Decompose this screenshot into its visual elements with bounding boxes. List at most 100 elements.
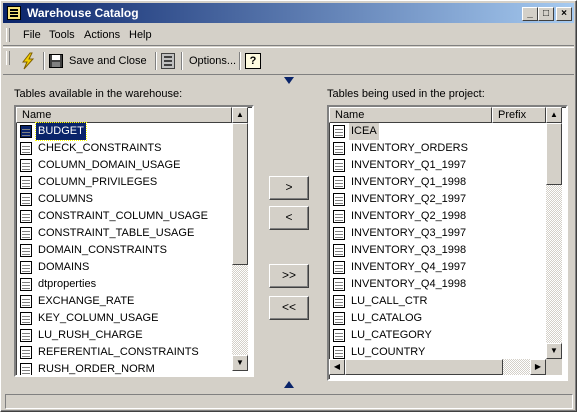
warehouse-catalog-window: Warehouse Catalog _ □ × File Tools Actio…	[0, 0, 577, 412]
options-button[interactable]: Options...	[189, 52, 236, 70]
minimize-button[interactable]: _	[522, 7, 538, 21]
table-row[interactable]: COLUMN_PRIVILEGES	[16, 174, 232, 191]
remove-table-button[interactable]: <	[269, 206, 309, 230]
table-icon	[20, 193, 32, 206]
options-icon[interactable]	[161, 52, 177, 70]
table-icon	[333, 278, 345, 291]
project-tables-label: Tables being used in the project:	[327, 88, 485, 100]
status-bar	[5, 394, 573, 409]
menu-actions[interactable]: Actions	[84, 29, 120, 41]
table-name: INVENTORY_Q4_1998	[351, 278, 467, 290]
table-name: DOMAINS	[38, 261, 90, 273]
table-name: ICEA	[349, 123, 379, 140]
table-row[interactable]: KEY_COLUMN_USAGE	[16, 310, 232, 327]
table-row[interactable]: INVENTORY_Q4_1998	[329, 276, 546, 293]
project-tables-scrollbar[interactable]: ▲ ▼	[546, 107, 562, 359]
table-row[interactable]: COLUMN_DOMAIN_USAGE	[16, 157, 232, 174]
table-row[interactable]: COLUMNS	[16, 191, 232, 208]
table-row[interactable]: ICEA	[329, 123, 546, 140]
hscroll-thumb[interactable]	[345, 359, 503, 375]
scroll-right-button[interactable]: ▶	[530, 359, 546, 375]
toolbar-separator	[43, 52, 45, 70]
toolbar-separator	[239, 52, 241, 70]
table-row[interactable]: REFERENTIAL_CONSTRAINTS	[16, 344, 232, 361]
floppy-disk-icon	[49, 54, 63, 74]
table-row[interactable]: DOMAINS	[16, 259, 232, 276]
table-icon	[20, 295, 32, 308]
table-icon	[20, 210, 32, 223]
splitter-arrow-down-icon[interactable]	[284, 77, 294, 84]
add-table-button[interactable]: >	[269, 176, 309, 200]
table-name: LU_CATEGORY	[351, 329, 432, 341]
table-row[interactable]: INVENTORY_Q2_1997	[329, 191, 546, 208]
project-prefix-column-header[interactable]: Prefix	[492, 107, 546, 123]
available-tables-list[interactable]: Name BUDGET CHECK_CONSTRAINTS COLUMN_DOMAI…	[14, 105, 254, 377]
available-tables-rows: BUDGET CHECK_CONSTRAINTS COLUMN_DOMAIN_USA…	[16, 122, 232, 375]
save-and-close-label: Save and Close	[69, 55, 147, 67]
table-row[interactable]: LU_CATEGORY	[329, 327, 546, 344]
menu-help[interactable]: Help	[129, 29, 152, 41]
maximize-button[interactable]: □	[538, 7, 554, 21]
table-row[interactable]: CONSTRAINT_COLUMN_USAGE	[16, 208, 232, 225]
table-row[interactable]: INVENTORY_Q1_1997	[329, 157, 546, 174]
scroll-up-button[interactable]: ▲	[232, 107, 248, 123]
table-row[interactable]: LU_CATALOG	[329, 310, 546, 327]
table-icon	[20, 278, 32, 291]
lightning-icon[interactable]	[19, 52, 39, 70]
project-tables-hscrollbar[interactable]: ◀ ▶	[329, 359, 546, 375]
available-name-column-header[interactable]: Name	[16, 107, 232, 123]
table-row[interactable]: CHECK_CONSTRAINTS	[16, 140, 232, 157]
help-icon[interactable]: ?	[245, 53, 261, 69]
scroll-down-button[interactable]: ▼	[546, 343, 562, 359]
table-row[interactable]: INVENTORY_ORDERS	[329, 140, 546, 157]
table-row[interactable]: LU_RUSH_CHARGE	[16, 327, 232, 344]
menu-tools[interactable]: Tools	[49, 29, 75, 41]
project-tables-list[interactable]: Name Prefix ICEA INVENTORY_ORDERS INVENTOR…	[327, 105, 568, 381]
close-button[interactable]: ×	[556, 7, 572, 21]
table-icon	[333, 346, 345, 359]
table-row[interactable]: LU_CALL_CTR	[329, 293, 546, 310]
table-row[interactable]: DOMAIN_CONSTRAINTS	[16, 242, 232, 259]
toolbar-separator	[155, 52, 157, 70]
table-row[interactable]: dtproperties	[16, 276, 232, 293]
table-row[interactable]: INVENTORY_Q1_1998	[329, 174, 546, 191]
table-row[interactable]: INVENTORY_Q2_1998	[329, 208, 546, 225]
table-icon	[333, 312, 345, 325]
table-icon	[20, 312, 32, 325]
table-icon	[20, 244, 32, 257]
scroll-thumb[interactable]	[546, 123, 562, 185]
table-row[interactable]: BUDGET	[16, 122, 232, 141]
table-icon	[333, 142, 345, 155]
add-all-tables-button[interactable]: >>	[269, 264, 309, 288]
project-name-column-header[interactable]: Name	[329, 107, 492, 123]
table-name: LU_CALL_CTR	[351, 295, 428, 307]
table-row[interactable]: EXCHANGE_RATE	[16, 293, 232, 310]
table-row[interactable]: INVENTORY_Q3_1997	[329, 225, 546, 242]
table-icon	[333, 261, 345, 274]
table-row[interactable]: CONSTRAINT_TABLE_USAGE	[16, 225, 232, 242]
remove-all-tables-button[interactable]: <<	[269, 296, 309, 320]
table-name: INVENTORY_Q1_1998	[351, 176, 467, 188]
table-row[interactable]: INVENTORY_Q3_1998	[329, 242, 546, 259]
scroll-left-button[interactable]: ◀	[329, 359, 345, 375]
table-name: COLUMN_DOMAIN_USAGE	[38, 159, 181, 171]
table-name: INVENTORY_Q1_1997	[351, 159, 467, 171]
table-row[interactable]: INVENTORY_Q4_1997	[329, 259, 546, 276]
project-tables-rows: ICEA INVENTORY_ORDERS INVENTORY_Q1_1997 INV…	[329, 123, 546, 361]
scroll-down-button[interactable]: ▼	[232, 355, 248, 371]
title-bar[interactable]: Warehouse Catalog _ □ ×	[3, 3, 574, 23]
table-name: DOMAIN_CONSTRAINTS	[38, 244, 167, 256]
table-icon	[20, 227, 32, 240]
table-name: INVENTORY_Q3_1998	[351, 244, 467, 256]
menu-grip[interactable]	[6, 28, 10, 42]
menu-bar: File Tools Actions Help	[3, 25, 574, 46]
scroll-up-button[interactable]: ▲	[546, 107, 562, 123]
table-name: INVENTORY_Q2_1997	[351, 193, 467, 205]
table-name: INVENTORY_ORDERS	[351, 142, 468, 154]
splitter-arrow-up-icon[interactable]	[284, 381, 294, 388]
available-tables-scrollbar[interactable]: ▲ ▼	[232, 107, 248, 371]
table-row[interactable]: RUSH_ORDER_NORM	[16, 361, 232, 375]
toolbar-grip[interactable]	[6, 51, 10, 65]
menu-file[interactable]: File	[23, 29, 41, 41]
scroll-thumb[interactable]	[232, 123, 248, 265]
